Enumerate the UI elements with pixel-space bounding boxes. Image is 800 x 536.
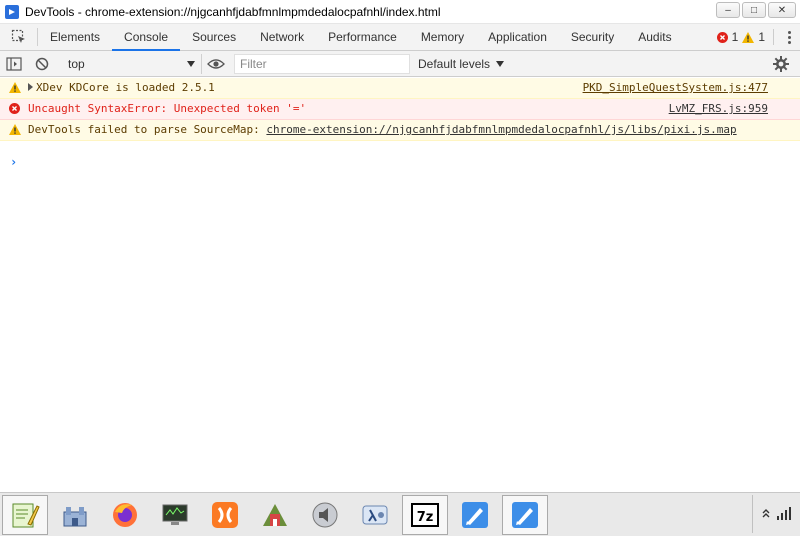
log-levels-label: Default levels xyxy=(418,56,491,71)
7zip-icon[interactable]: 7z xyxy=(402,494,448,535)
console-settings-gear-icon[interactable] xyxy=(772,55,790,76)
console-message-error[interactable]: Uncaught SyntaxError: Unexpected token '… xyxy=(0,99,800,120)
tab-security[interactable]: Security xyxy=(559,24,626,50)
warning-count: 1 xyxy=(758,30,765,44)
monitor-app-icon[interactable] xyxy=(152,495,198,535)
tray-expand-icon[interactable] xyxy=(762,508,770,521)
window-title-bar: DevTools - chrome-extension://njgcanhfjd… xyxy=(0,0,800,24)
devtools-tab-bar: Elements Console Sources Network Perform… xyxy=(0,24,800,51)
pencil-app-icon-2[interactable] xyxy=(502,494,548,535)
tab-sources[interactable]: Sources xyxy=(180,24,248,50)
maximize-button[interactable]: □ xyxy=(742,2,766,18)
issue-counters[interactable]: 1 1 xyxy=(716,24,800,50)
firefox-icon[interactable] xyxy=(102,495,148,535)
message-text: XDev KDCore is loaded 2.5.1 xyxy=(36,81,215,94)
pencil-app-icon[interactable] xyxy=(452,495,498,535)
network-signal-icon[interactable] xyxy=(776,506,792,523)
xampp-icon[interactable] xyxy=(202,495,248,535)
tab-audits[interactable]: Audits xyxy=(626,24,683,50)
tab-console[interactable]: Console xyxy=(112,24,181,51)
tab-application[interactable]: Application xyxy=(476,24,559,50)
sourcemap-link[interactable]: chrome-extension://njgcanhfjdabfmnlmpmde… xyxy=(266,123,736,136)
clear-console-icon[interactable] xyxy=(28,51,56,77)
tab-elements[interactable]: Elements xyxy=(38,24,112,50)
tab-memory[interactable]: Memory xyxy=(409,24,476,50)
warning-icon xyxy=(9,82,21,93)
tab-network[interactable]: Network xyxy=(248,24,316,50)
live-expression-eye-icon[interactable] xyxy=(202,51,230,77)
window-controls: – □ ✕ xyxy=(716,2,796,18)
svg-text:7z: 7z xyxy=(417,510,434,525)
context-selector[interactable]: top xyxy=(62,53,202,74)
console-message-warning[interactable]: XDev KDCore is loaded 2.5.1 PKD_SimpleQu… xyxy=(0,78,800,99)
windows-taskbar: 7z xyxy=(0,492,800,536)
show-sidebar-icon[interactable] xyxy=(0,51,28,77)
lambda-app-icon[interactable] xyxy=(352,495,398,535)
audio-speaker-icon[interactable] xyxy=(302,495,348,535)
devtools-app-icon xyxy=(5,4,19,19)
message-text: Uncaught SyntaxError: Unexpected token '… xyxy=(28,102,307,115)
more-options-icon[interactable] xyxy=(782,30,796,44)
notepad-plus-plus-icon[interactable] xyxy=(2,494,48,535)
filter-input[interactable] xyxy=(234,53,410,74)
close-button[interactable]: ✕ xyxy=(768,2,796,18)
console-prompt-icon[interactable]: › xyxy=(10,155,17,169)
warning-icon xyxy=(9,124,21,135)
message-source-link[interactable]: PKD_SimpleQuestSystem.js:477 xyxy=(583,81,768,95)
console-messages: XDev KDCore is loaded 2.5.1 PKD_SimpleQu… xyxy=(0,78,800,141)
minimize-button[interactable]: – xyxy=(716,2,740,18)
system-tray[interactable] xyxy=(752,495,800,533)
castle-app-icon[interactable] xyxy=(52,495,98,535)
counter-divider xyxy=(773,29,774,45)
message-text: DevTools failed to parse SourceMap: xyxy=(28,123,267,136)
console-toolbar: top Default levels xyxy=(0,51,800,77)
tab-performance[interactable]: Performance xyxy=(316,24,409,50)
inspect-element-icon[interactable] xyxy=(0,28,38,46)
console-message-warning[interactable]: DevTools failed to parse SourceMap: chro… xyxy=(0,120,800,141)
warning-count-icon xyxy=(742,31,755,43)
expand-triangle-icon[interactable] xyxy=(28,83,33,91)
error-count-icon xyxy=(716,31,728,43)
error-icon xyxy=(9,103,20,114)
dropdown-arrow-icon xyxy=(187,60,195,67)
error-count: 1 xyxy=(731,30,739,44)
rpg-maker-icon[interactable] xyxy=(252,495,298,535)
message-source-link[interactable]: LvMZ_FRS.js:959 xyxy=(669,102,768,116)
window-title: DevTools - chrome-extension://njgcanhfjd… xyxy=(25,4,441,19)
log-levels-dropdown[interactable]: Default levels xyxy=(418,56,505,71)
context-selector-value: top xyxy=(68,56,85,71)
levels-arrow-icon xyxy=(496,60,505,67)
